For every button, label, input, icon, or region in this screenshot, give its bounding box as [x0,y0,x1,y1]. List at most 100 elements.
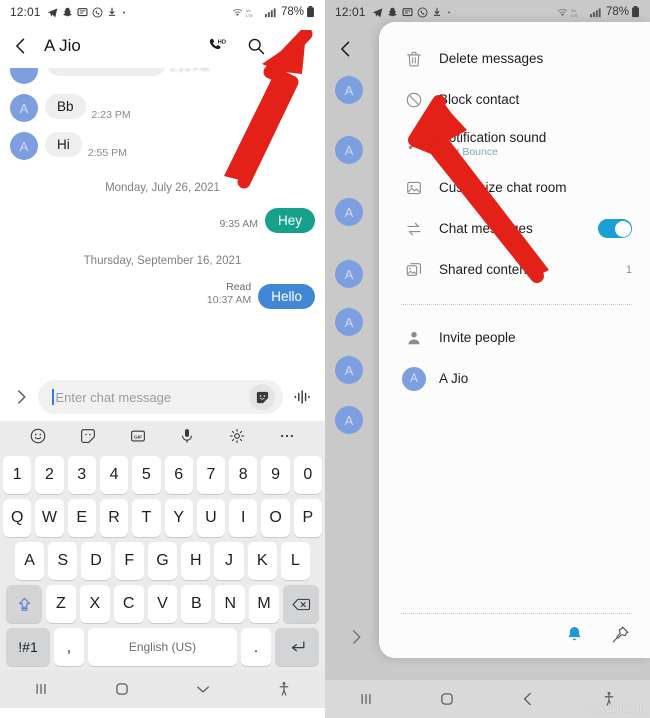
message-bubble-outgoing: Hey [264,208,315,233]
key[interactable]: H [181,542,211,580]
gif-icon[interactable]: GIF [125,423,151,449]
symbols-key[interactable]: !#1 [6,628,50,666]
key[interactable]: W [35,499,64,537]
settings-icon[interactable] [224,423,250,449]
avatar: A [10,94,38,122]
back-icon[interactable] [511,686,545,712]
status-bar-system-icons: Vo LTE 78% [556,6,640,18]
menu-item-invite-people[interactable]: Invite people [379,317,650,358]
key[interactable]: E [67,499,96,537]
list-item[interactable]: A Bb 2:23 PM [10,94,315,122]
avatar-initial: A [402,366,426,391]
key[interactable]: R [99,499,129,537]
key[interactable]: N [215,585,246,623]
menu-item-chat-messages[interactable]: Chat messages [379,208,650,249]
key[interactable]: 6 [164,456,193,494]
key[interactable]: 0 [293,456,322,494]
key[interactable]: J [214,542,244,580]
home-icon[interactable] [430,686,464,712]
avatar: A [335,136,363,164]
sticker-icon[interactable] [249,384,275,410]
voice-wave-icon[interactable] [291,384,317,410]
key[interactable]: P [293,499,322,537]
keyboard-row-bottom: Z X C V B N M [3,585,322,623]
pin-icon[interactable] [608,622,632,646]
chevron-right-icon[interactable] [8,384,34,410]
recents-icon[interactable] [349,686,383,712]
period-key[interactable]: . [241,628,271,666]
key[interactable]: X [79,585,110,623]
on-screen-keyboard[interactable]: GIF 1 2 3 4 5 6 7 8 9 0 Q W E R T Y U I … [0,421,325,670]
hd-call-icon[interactable]: HD [203,33,229,59]
key[interactable]: 4 [99,456,129,494]
battery-icon [307,6,314,18]
keyboard-down-icon[interactable] [186,676,220,702]
svg-text:GIF: GIF [134,434,142,440]
key[interactable]: D [81,542,111,580]
search-icon[interactable] [243,33,269,59]
key[interactable]: 3 [67,456,96,494]
key[interactable]: M [249,585,280,623]
key[interactable]: V [147,585,178,623]
avatar: A [335,198,363,226]
key[interactable]: 5 [132,456,161,494]
menu-item-customize-chat-room[interactable]: Customize chat room [379,167,650,208]
backspace-icon[interactable] [283,585,320,623]
accessibility-icon[interactable] [267,676,301,702]
chat-messages-toggle[interactable] [598,219,632,238]
list-item[interactable]: Read 10:37 AM Hello [10,281,315,310]
key[interactable]: B [181,585,212,623]
key[interactable]: F [114,542,144,580]
key[interactable]: L [280,542,310,580]
key[interactable]: U [196,499,226,537]
conversation-list[interactable]: 2:23 PM A Bb 2:23 PM A Hi 2:55 PM Monday… [0,68,325,373]
chevron-right-icon[interactable] [343,624,369,650]
list-item[interactable]: 9:35 AM Hey [10,208,315,233]
key[interactable]: 7 [196,456,226,494]
svg-text:Vo: Vo [246,7,251,12]
menu-item-shared-content[interactable]: Shared content 1 [379,249,650,290]
key[interactable]: S [48,542,78,580]
sticker-icon[interactable] [75,423,101,449]
mic-icon[interactable] [174,423,200,449]
key[interactable]: 9 [261,456,290,494]
key[interactable]: A [15,542,45,580]
key[interactable]: 2 [35,456,64,494]
back-button[interactable] [8,33,34,59]
key[interactable]: K [247,542,277,580]
menu-item-contact-a-jio[interactable]: A A Jio [379,358,650,399]
bell-icon[interactable] [562,622,586,646]
key[interactable]: Z [46,585,76,623]
key[interactable]: G [147,542,178,580]
space-key[interactable]: English (US) [88,628,237,666]
key[interactable]: 8 [229,456,258,494]
key[interactable]: Q [3,499,32,537]
key[interactable]: T [132,499,161,537]
battery-icon [632,6,639,18]
date-separator: Thursday, September 16, 2021 [83,255,242,267]
app-bar-actions: HD [203,33,317,59]
key[interactable]: I [229,499,258,537]
key[interactable]: O [261,499,290,537]
key[interactable]: Y [164,499,193,537]
menu-item-delete-messages[interactable]: Delete messages [379,38,650,79]
menu-item-notification-sound[interactable]: Notification sound 8-bit Bounce [379,120,650,167]
recents-icon[interactable] [24,676,58,702]
key[interactable]: C [113,585,144,623]
home-icon[interactable] [105,676,139,702]
wifi-icon [232,8,243,16]
list-item[interactable]: A Hi 2:55 PM [10,132,315,160]
key[interactable]: 1 [3,456,32,494]
visible-background-strip: A A A A A A A [325,24,379,658]
menu-item-block-contact[interactable]: Block contact [379,79,650,120]
status-bar-system-icons: Vo LTE 78% [231,6,315,18]
menu-item-text: Chat messages [427,221,533,236]
back-button[interactable] [333,36,359,62]
shift-icon[interactable] [6,585,42,623]
enter-icon[interactable] [275,628,319,666]
emoji-icon[interactable] [25,423,51,449]
chat-message-input[interactable]: Enter chat message [38,380,283,414]
more-vertical-icon[interactable] [283,33,309,59]
comma-key[interactable]: , [54,628,84,666]
more-icon[interactable] [274,423,300,449]
